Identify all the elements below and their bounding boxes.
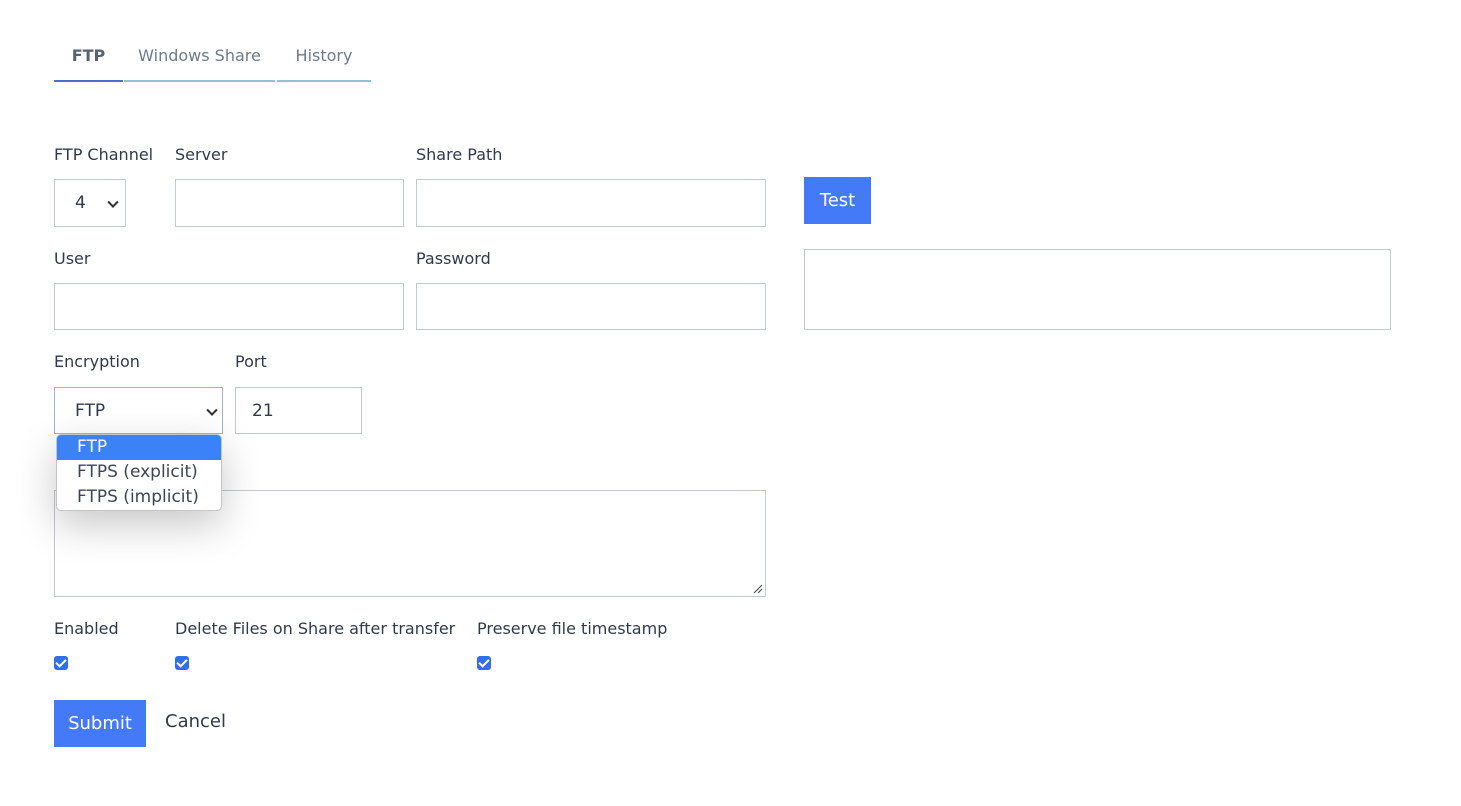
- encryption-dropdown: FTP FTPS (explicit) FTPS (implicit): [56, 434, 222, 511]
- tab-windows-share[interactable]: Windows Share: [124, 44, 275, 82]
- resize-handle-icon[interactable]: [753, 584, 763, 594]
- preserve-timestamp-label: Preserve file timestamp: [477, 619, 668, 638]
- chevron-down-icon: [206, 404, 218, 416]
- enabled-checkbox[interactable]: [54, 656, 68, 670]
- ftp-channel-value: 4: [75, 193, 86, 213]
- delete-files-checkbox[interactable]: [175, 656, 189, 670]
- share-path-input[interactable]: [416, 179, 766, 227]
- ftp-channel-select[interactable]: 4: [54, 179, 126, 227]
- encryption-label: Encryption: [54, 352, 140, 371]
- test-button-label: Test: [819, 190, 856, 211]
- tab-windows-share-label: Windows Share: [138, 46, 261, 65]
- enabled-label: Enabled: [54, 619, 119, 638]
- server-label: Server: [175, 145, 228, 164]
- tab-history[interactable]: History: [277, 44, 371, 82]
- port-input[interactable]: 21: [235, 387, 362, 434]
- submit-button-label: Submit: [68, 713, 132, 734]
- submit-button[interactable]: Submit: [54, 700, 146, 747]
- encryption-option-ftp[interactable]: FTP: [57, 435, 221, 460]
- cancel-button[interactable]: Cancel: [165, 711, 226, 732]
- test-button[interactable]: Test: [804, 177, 871, 224]
- encryption-option-ftps-implicit[interactable]: FTPS (implicit): [57, 485, 221, 510]
- password-label: Password: [416, 249, 491, 268]
- encryption-value: FTP: [75, 400, 106, 421]
- port-value: 21: [252, 400, 274, 421]
- delete-files-label: Delete Files on Share after transfer: [175, 619, 456, 638]
- server-input[interactable]: [175, 179, 404, 227]
- preserve-timestamp-checkbox[interactable]: [477, 656, 491, 670]
- ftp-channel-label: FTP Channel: [54, 145, 154, 164]
- tab-history-label: History: [295, 46, 353, 65]
- share-path-label: Share Path: [416, 145, 503, 164]
- tab-ftp[interactable]: FTP: [54, 44, 123, 82]
- tab-ftp-label: FTP: [71, 46, 106, 65]
- encryption-option-ftps-explicit[interactable]: FTPS (explicit): [57, 460, 221, 485]
- test-output-box[interactable]: [804, 249, 1391, 330]
- port-label: Port: [235, 352, 267, 371]
- chevron-down-icon: [107, 196, 119, 208]
- user-label: User: [54, 249, 91, 268]
- password-input[interactable]: [416, 283, 766, 330]
- encryption-select[interactable]: FTP: [54, 387, 223, 434]
- user-input[interactable]: [54, 283, 404, 330]
